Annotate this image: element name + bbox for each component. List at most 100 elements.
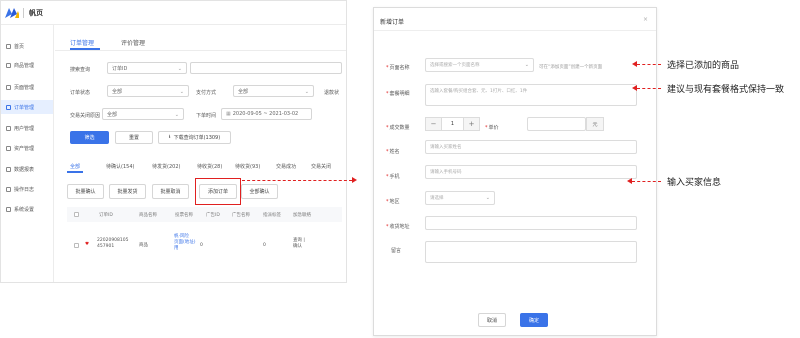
region-placeholder: 请选择 (430, 196, 444, 201)
search-type-value: 订单ID (112, 65, 128, 72)
dialog-divider (374, 30, 656, 31)
unit-price-input[interactable] (527, 117, 586, 131)
refund-status-label: 退款状 (324, 90, 340, 96)
buyer-phone-input[interactable]: 请输入手机号码 (425, 165, 637, 179)
region-select[interactable]: 请选择 ⌄ (425, 191, 495, 205)
batch-cancel-button[interactable]: 批量取消 (152, 184, 189, 199)
order-id-line: 22020908105 (97, 238, 129, 243)
order-status-label: 订单状态 (70, 90, 91, 96)
status-tab-all[interactable]: 全部 (70, 163, 80, 170)
order-time-label: 下单时间 (196, 113, 217, 119)
buyer-name-placeholder: 请输入买家姓名 (430, 145, 462, 150)
confirm-button[interactable]: 确定 (520, 313, 548, 327)
required-mark: * (386, 199, 389, 205)
tab-review-management[interactable]: 评价管理 (121, 38, 145, 47)
reset-button[interactable]: 重置 (115, 131, 153, 144)
close-icon[interactable]: × (643, 16, 648, 23)
annotation-select-product: 选择已添加的商品 (667, 61, 740, 71)
sidebar-item-label: 订单管理 (14, 104, 35, 111)
search-input[interactable] (190, 62, 342, 74)
vote-name-link[interactable]: 帆·风险 页面(地址) 用 (174, 234, 196, 252)
column-header: 加急联络 (293, 213, 311, 218)
column-header: 广告名称 (232, 213, 250, 218)
sidebar-item-label: 用户管理 (14, 125, 35, 132)
tag-cell: 0 (263, 243, 266, 248)
required-mark: * (485, 125, 488, 131)
urgent-cell: 查询 | 确认 (293, 238, 305, 250)
chevron-down-icon: ⌄ (304, 89, 309, 95)
cancel-button[interactable]: 取消 (478, 313, 506, 327)
order-id-line: 457901 (97, 244, 115, 249)
order-status-select[interactable]: 全部 ⌄ (107, 85, 189, 97)
status-tab-pending-ship[interactable]: 待发货(202) (152, 163, 180, 170)
gear-icon (6, 206, 11, 212)
sidebar-item-settings[interactable]: 系统设置 (1, 202, 53, 216)
column-header: 广告ID (206, 213, 220, 218)
sidebar-item-products[interactable]: 商品管理 (1, 58, 53, 72)
row-checkbox[interactable] (74, 243, 79, 248)
sidebar-item-label: 系统设置 (14, 206, 35, 213)
confirm-all-button[interactable]: 全部确认 (241, 184, 278, 199)
chart-icon (6, 166, 11, 172)
search-type-select[interactable]: 订单ID ⌄ (107, 62, 187, 74)
status-tab-success[interactable]: 交易成功 (276, 163, 296, 170)
sidebar-item-home[interactable]: 首页 (1, 39, 53, 53)
phone-label: *手机 (386, 173, 400, 180)
annotation-arrow-line (632, 181, 661, 182)
sidebar-item-label: 操作日志 (14, 186, 35, 193)
tab-divider (55, 50, 346, 51)
sidebar-item-users[interactable]: 用户管理 (1, 121, 53, 135)
column-header: 指派标签 (263, 213, 281, 218)
batch-confirm-button[interactable]: 批量确认 (67, 184, 104, 199)
order-icon (6, 104, 11, 110)
select-all-checkbox[interactable] (74, 212, 79, 217)
download-orders-button[interactable]: ⭳ 下载查询订单(1309) (158, 131, 231, 144)
calendar-icon: ▦ (226, 111, 231, 117)
order-time-range[interactable]: ▦ 2020-09-05 ~ 2021-03-02 (221, 108, 312, 120)
status-tab-pending-confirm[interactable]: 待确认(154) (106, 163, 134, 170)
sidebar-item-logs[interactable]: 操作日志 (1, 182, 53, 196)
close-reason-label: 交易关闭原因 (70, 113, 101, 119)
unit-price-label-text: 单价 (488, 125, 499, 131)
required-mark: * (386, 91, 389, 97)
status-tab-pending-receive[interactable]: 待收货(28) (197, 163, 222, 170)
annotation-arrow-line (637, 64, 661, 65)
address-label-text: 收货地址 (389, 224, 410, 230)
vote-name-line: 用 (174, 246, 179, 251)
vote-name-line: 帆·风险 (174, 234, 189, 239)
pay-method-select[interactable]: 全部 ⌄ (233, 85, 314, 97)
name-label: *姓名 (386, 148, 400, 155)
buyer-phone-placeholder: 请输入手机号码 (430, 170, 462, 175)
log-icon (6, 186, 11, 192)
status-tab-closed[interactable]: 交易关闭 (311, 163, 331, 170)
home-icon (6, 43, 11, 49)
package-desc-textarea[interactable]: 选输入套餐/购买组合套、元、1打片、口红、1件 (425, 84, 637, 106)
close-reason-select[interactable]: 全部 ⌄ (102, 108, 184, 120)
sidebar-item-assets[interactable]: 资产管理 (1, 141, 53, 155)
sidebar-item-reports[interactable]: 数据报表 (1, 162, 53, 176)
tab-order-management[interactable]: 订单管理 (70, 38, 94, 47)
page-name-select[interactable]: 选择或搜索一个页面名称 ⌄ (425, 58, 534, 72)
region-label: *地区 (386, 198, 400, 205)
sidebar: 首页 商品管理 页面管理 订单管理 用户管理 资产管理 数据报表 操作日志 系统… (1, 25, 54, 282)
quantity-value[interactable]: 1 (442, 117, 463, 131)
status-tab-pending-receive-2[interactable]: 待收货(93) (235, 163, 260, 170)
sidebar-item-orders[interactable]: 订单管理 (1, 100, 53, 114)
remark-textarea[interactable] (425, 241, 637, 263)
batch-ship-button[interactable]: 批量发货 (109, 184, 146, 199)
buyer-name-input[interactable]: 请输入买家姓名 (425, 140, 637, 154)
remark-label: 留言 (391, 248, 402, 254)
quantity-plus-button[interactable]: + (463, 117, 480, 131)
product-cell: 商品 (139, 243, 148, 248)
order-time-value: 2020-09-05 ~ 2021-03-02 (232, 111, 299, 117)
chevron-down-icon: ⌄ (485, 195, 490, 201)
chevron-down-icon: ⌄ (177, 66, 182, 72)
urgent-line: 确认 (293, 244, 302, 249)
order-id-cell: 22020908105 457901 (97, 238, 129, 250)
address-input[interactable] (425, 216, 637, 230)
quantity-minus-button[interactable]: − (425, 117, 442, 131)
filter-button[interactable]: 筛选 (70, 131, 109, 144)
required-mark: * (386, 125, 389, 131)
required-mark: * (386, 174, 389, 180)
sidebar-item-pages[interactable]: 页面管理 (1, 80, 53, 94)
